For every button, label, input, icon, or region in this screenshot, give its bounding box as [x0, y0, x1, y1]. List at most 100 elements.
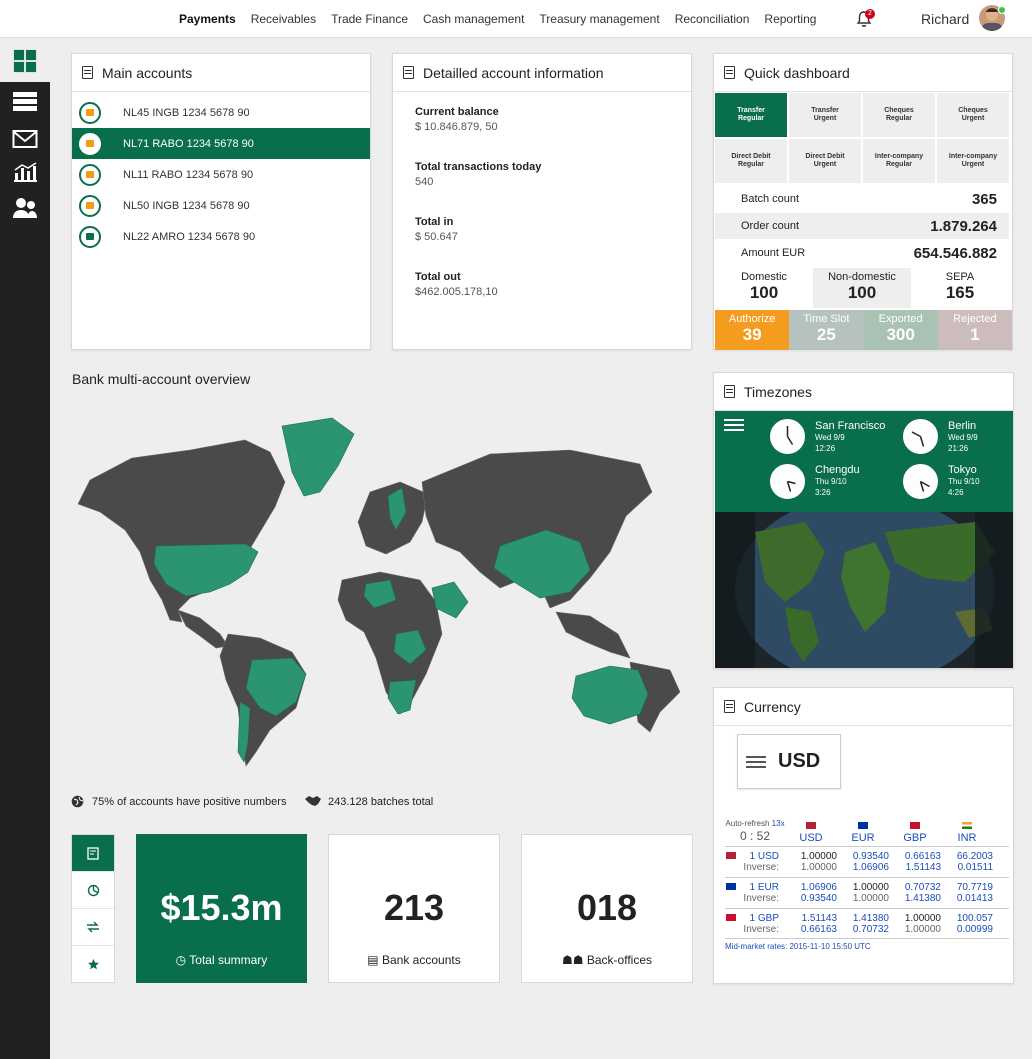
- total-summary-card[interactable]: $15.3m ◷ Total summary: [136, 834, 307, 983]
- button-line: Regular: [737, 161, 765, 168]
- account-item-selected[interactable]: NL71 RABO 1234 5678 90: [72, 128, 370, 159]
- account-detail-panel: Detailled account information Current ba…: [392, 53, 692, 350]
- users-icon[interactable]: [12, 196, 38, 220]
- column-usd[interactable]: USD: [785, 820, 837, 844]
- nav-reporting[interactable]: Reporting: [764, 12, 816, 26]
- kpi-value: 018: [576, 887, 638, 928]
- button-line: Inter-company: [874, 153, 924, 161]
- nav-payments[interactable]: Payments: [179, 12, 236, 26]
- account-item[interactable]: NL22 AMRO 1234 5678 90: [72, 221, 370, 252]
- accounts-positive-stat: 75% of accounts have positive numbers: [92, 796, 287, 808]
- exported-tile[interactable]: Exported 300: [863, 310, 938, 350]
- transfer-urgent-button[interactable]: Transfer Urgent: [789, 93, 861, 137]
- handshake-icon: [305, 796, 321, 806]
- inverse-rate: 1.00000: [904, 924, 941, 935]
- stat-label: SEPA: [945, 271, 975, 283]
- detail-label: Total transactions today: [415, 161, 542, 173]
- button-line: Regular: [885, 161, 913, 168]
- column-label: INR: [957, 832, 977, 844]
- dashboard-icon[interactable]: [12, 49, 38, 73]
- inverse-rate: 1.41380: [904, 893, 941, 904]
- autorefresh[interactable]: Auto-refresh 13x 0 : 52: [725, 817, 785, 844]
- nav-trade-finance[interactable]: Trade Finance: [331, 12, 408, 26]
- tile-label: Rejected: [953, 313, 997, 325]
- detail-value: 540: [415, 176, 434, 188]
- panel-title: Main accounts: [102, 64, 193, 81]
- direct-debit-urgent-button[interactable]: Direct Debit Urgent: [789, 139, 861, 183]
- exchange-icon: [87, 921, 99, 933]
- batch-count-row: Batch count 365: [715, 186, 1009, 212]
- column-gbp[interactable]: GBP: [889, 820, 941, 844]
- city-time: 21:26: [948, 444, 969, 453]
- map-title: Bank multi-account overview: [72, 371, 251, 387]
- tab-pie[interactable]: [72, 872, 114, 909]
- inter-company-urgent-button[interactable]: Inter-company Urgent: [937, 139, 1009, 183]
- nav-receivables[interactable]: Receivables: [251, 12, 316, 26]
- nav-reconciliation[interactable]: Reconciliation: [675, 12, 750, 26]
- transfer-regular-button[interactable]: Transfer Regular: [715, 93, 787, 137]
- authorize-tile[interactable]: Authorize 39: [715, 310, 790, 350]
- notification-badge: 2: [865, 9, 875, 19]
- row-label: Order count: [741, 220, 800, 232]
- tab-summary[interactable]: [72, 835, 114, 872]
- rate: 66.2003: [956, 851, 993, 862]
- kpi-value: 213: [383, 887, 445, 928]
- column-inr[interactable]: INR: [941, 820, 993, 844]
- tab-favorites[interactable]: [72, 946, 114, 983]
- account-item[interactable]: NL50 INGB 1234 5678 90: [72, 190, 370, 221]
- button-line: Direct Debit: [731, 153, 771, 161]
- row-label: Amount EUR: [741, 247, 806, 259]
- nav-treasury-management[interactable]: Treasury management: [539, 12, 659, 26]
- city-san-francisco: San Francisco Wed 9/9 12:26: [815, 420, 885, 454]
- map-australia: [571, 665, 649, 725]
- account-item[interactable]: NL11 RABO 1234 5678 90: [72, 159, 370, 190]
- row-label: 1 GBP: [749, 913, 779, 924]
- row-value: 365: [971, 190, 997, 208]
- city-name: Chengdu: [815, 464, 860, 476]
- world-map[interactable]: [70, 412, 690, 772]
- account-item[interactable]: NL45 INGB 1234 5678 90: [72, 97, 370, 128]
- mail-icon[interactable]: [12, 127, 38, 151]
- stat-label: Non-domestic: [828, 271, 896, 283]
- nav-cash-management[interactable]: Cash management: [423, 12, 524, 26]
- autorefresh-value: 13x: [771, 819, 785, 828]
- detail-value: $ 50.647: [415, 231, 458, 243]
- row-label: Batch count: [741, 193, 800, 205]
- column-eur[interactable]: EUR: [837, 820, 889, 844]
- column-label: USD: [799, 832, 823, 844]
- clock-icon: [903, 464, 938, 499]
- column-label: EUR: [851, 832, 875, 844]
- direct-debit-regular-button[interactable]: Direct Debit Regular: [715, 139, 787, 183]
- sepa-stat: SEPA 165: [911, 268, 1009, 308]
- status-tiles: Authorize 39 Time Slot 25 Exported 300 Reje…: [715, 310, 1012, 350]
- chart-icon[interactable]: [12, 160, 38, 184]
- tab-exchange[interactable]: [72, 909, 114, 946]
- inter-company-regular-button[interactable]: Inter-company Regular: [863, 139, 935, 183]
- row-label: 1 USD: [749, 851, 779, 862]
- rejected-tile[interactable]: Rejected 1: [937, 310, 1012, 350]
- hamburger-menu-icon[interactable]: [724, 419, 744, 421]
- user-name[interactable]: Richard: [921, 11, 969, 27]
- rate: 100.057: [956, 913, 993, 924]
- city-day: Thu 9/10: [948, 477, 980, 486]
- map-greenland: [281, 417, 355, 497]
- detail-value: $ 10.846.879, 50: [415, 121, 498, 133]
- bank-accounts-card[interactable]: 213 ▤ Bank accounts: [328, 834, 500, 983]
- document-icon: [403, 66, 414, 79]
- panel-title: Currency: [744, 698, 801, 715]
- city-chengdu: Chengdu Thu 9/10 3:26: [815, 464, 860, 498]
- kpi-value: $15.3m: [160, 887, 283, 928]
- clock-icon: [770, 419, 805, 454]
- main-accounts-panel: Main accounts NL45 INGB 1234 5678 90 NL7…: [71, 53, 371, 350]
- cheques-urgent-button[interactable]: Cheques Urgent: [937, 93, 1009, 137]
- eu-flag-icon: [725, 883, 736, 890]
- city-name: San Francisco: [815, 420, 886, 432]
- rate-row-gbp: 1 GBP 1.51143 1.41380 1.00000 100.057 Invers…: [725, 908, 1009, 939]
- inverse-rate: 0.93540: [800, 893, 837, 904]
- time-slot-tile[interactable]: Time Slot 25: [789, 310, 864, 350]
- panel-header: Detailled account information: [393, 54, 691, 92]
- currency-selector[interactable]: USD: [737, 734, 841, 789]
- back-offices-card[interactable]: 018 ☗☗ Back-offices: [521, 834, 693, 983]
- cheques-regular-button[interactable]: Cheques Regular: [863, 93, 935, 137]
- server-icon[interactable]: [12, 90, 38, 114]
